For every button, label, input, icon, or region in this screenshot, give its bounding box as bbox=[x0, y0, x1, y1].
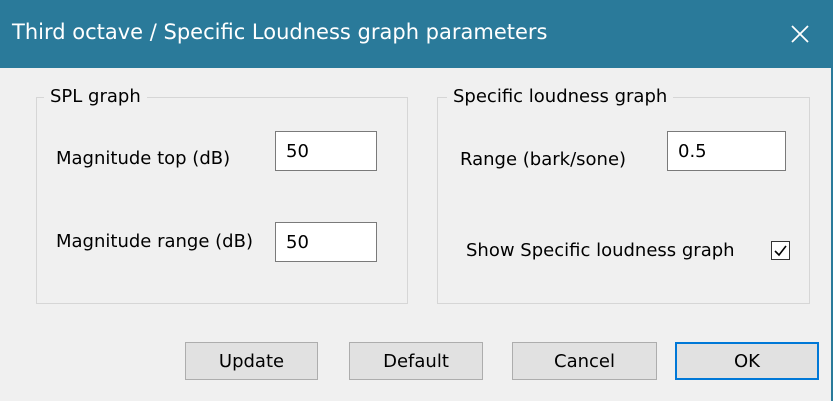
range-input[interactable] bbox=[667, 131, 786, 171]
default-button[interactable]: Default bbox=[349, 342, 483, 380]
close-icon bbox=[791, 25, 809, 43]
cancel-button[interactable]: Cancel bbox=[512, 342, 657, 380]
range-label: Range (bark/sone) bbox=[460, 149, 627, 170]
magnitude-top-input[interactable] bbox=[275, 131, 377, 171]
dialog-body: SPL graph Magnitude top (dB) Magnitude r… bbox=[0, 68, 833, 401]
update-button[interactable]: Update bbox=[185, 342, 318, 380]
specific-loudness-legend: Specific loudness graph bbox=[447, 86, 674, 107]
show-specific-loudness-checkbox[interactable] bbox=[771, 241, 790, 260]
magnitude-range-input[interactable] bbox=[275, 222, 377, 262]
ok-button[interactable]: OK bbox=[675, 342, 819, 380]
magnitude-range-label: Magnitude range (dB) bbox=[56, 231, 253, 252]
window-title: Third octave / Specific Loudness graph p… bbox=[12, 20, 548, 44]
checkmark-icon bbox=[774, 245, 787, 257]
title-bar: Third octave / Specific Loudness graph p… bbox=[0, 0, 833, 68]
show-specific-loudness-label: Show Specific loudness graph bbox=[466, 240, 735, 261]
close-button[interactable] bbox=[767, 0, 833, 68]
spl-graph-legend: SPL graph bbox=[44, 86, 147, 107]
magnitude-top-label: Magnitude top (dB) bbox=[56, 148, 231, 169]
spl-graph-group: SPL graph bbox=[36, 86, 408, 304]
specific-loudness-group: Specific loudness graph bbox=[437, 86, 810, 304]
